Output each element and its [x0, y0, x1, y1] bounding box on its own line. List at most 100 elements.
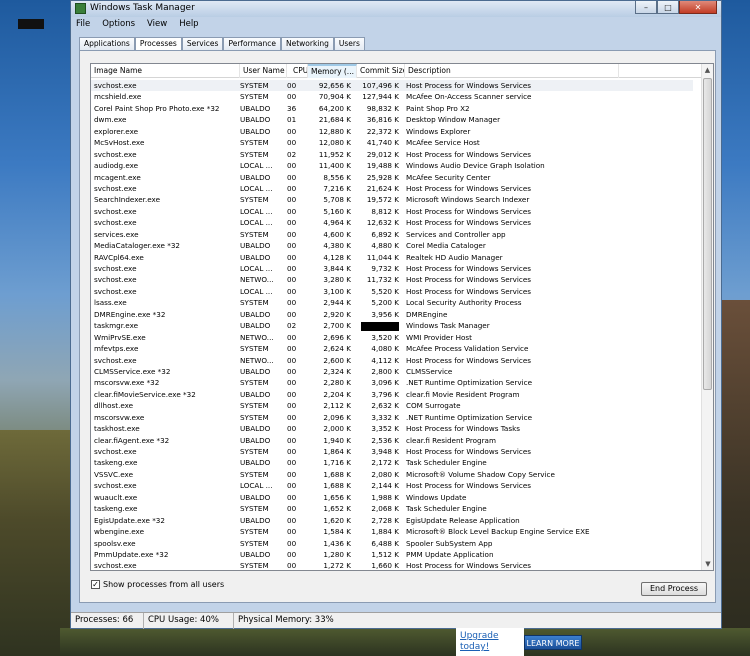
table-row[interactable]: svchost.exe LOCAL ... 00 3,100 K 5,520 K Host… — [91, 286, 693, 297]
table-row[interactable]: McSvHost.exe SYSTEM 00 12,080 K 41,740 K McAf… — [91, 137, 693, 148]
cell-memory: 11,400 K — [318, 161, 351, 171]
vertical-scrollbar[interactable]: ▲ ▼ — [701, 64, 713, 570]
tab-performance[interactable]: Performance — [223, 37, 281, 50]
table-row[interactable]: RAVCpl64.exe UBALDO 00 4,128 K 11,044 K Realt… — [91, 252, 693, 263]
column-cpu[interactable]: CPU — [287, 64, 308, 78]
table-row[interactable]: PmmUpdate.exe *32 UBALDO 00 1,280 K 1,512 K P… — [91, 549, 693, 560]
table-row[interactable]: svchost.exe NETWO... 00 2,600 K 4,112 K Host … — [91, 355, 693, 366]
table-row[interactable]: mfevtps.exe SYSTEM 00 2,624 K 4,080 K McAfee … — [91, 343, 693, 354]
cell-image-name: svchost.exe — [94, 561, 137, 571]
task-manager-window: Windows Task Manager – □ ✕ File Options … — [70, 0, 722, 629]
table-row[interactable]: wbengine.exe SYSTEM 00 1,584 K 1,884 K Micros… — [91, 526, 693, 537]
column-description[interactable]: Description — [405, 64, 619, 78]
table-row[interactable]: clear.fiAgent.exe *32 UBALDO 00 1,940 K 2,53… — [91, 435, 693, 446]
scroll-up-icon[interactable]: ▲ — [702, 64, 713, 76]
show-all-checkbox[interactable]: ✓ — [91, 580, 100, 589]
table-row[interactable]: EgisUpdate.exe *32 UBALDO 00 1,620 K 2,728 K… — [91, 515, 693, 526]
close-icon[interactable]: ✕ — [679, 1, 717, 14]
show-all-processes[interactable]: ✓ Show processes from all users — [91, 580, 224, 589]
process-list[interactable]: Image Name User Name CPU Memory (... Com… — [90, 63, 714, 571]
table-row[interactable]: taskeng.exe SYSTEM 00 1,652 K 2,068 K Task Sc… — [91, 503, 693, 514]
column-memory[interactable]: Memory (... — [308, 64, 357, 78]
cell-image-name: EgisUpdate.exe *32 — [94, 515, 165, 525]
menu-file[interactable]: File — [76, 19, 90, 32]
table-row[interactable]: svchost.exe SYSTEM 02 11,952 K 29,012 K Host … — [91, 149, 693, 160]
table-row[interactable]: svchost.exe SYSTEM 00 1,864 K 3,948 K Host Pr… — [91, 446, 693, 457]
cell-user-name: SYSTEM — [240, 138, 269, 148]
table-row[interactable]: SearchIndexer.exe SYSTEM 00 5,708 K 19,572 K… — [91, 194, 693, 205]
table-row[interactable]: mcshield.exe SYSTEM 00 70,904 K 127,944 K McA… — [91, 91, 693, 102]
process-rows: svchost.exe SYSTEM 00 92,656 K 107,496 K Host… — [91, 80, 693, 571]
cell-user-name: SYSTEM — [240, 81, 269, 90]
table-row[interactable]: svchost.exe LOCAL ... 00 1,688 K 2,144 K Host… — [91, 480, 693, 491]
upgrade-link[interactable]: Upgrade today! — [460, 631, 512, 653]
table-row[interactable]: svchost.exe LOCAL ... 00 5,160 K 8,812 K Host… — [91, 206, 693, 217]
table-row[interactable]: explorer.exe UBALDO 00 12,880 K 22,372 K Wind… — [91, 126, 693, 137]
cell-memory: 70,904 K — [318, 92, 351, 102]
scroll-thumb[interactable] — [703, 78, 712, 390]
tab-services[interactable]: Services — [181, 37, 224, 50]
table-row[interactable]: spoolsv.exe SYSTEM 00 1,436 K 6,488 K Spooler… — [91, 538, 693, 549]
menu-help[interactable]: Help — [179, 19, 198, 32]
table-row[interactable]: CLMSService.exe *32 UBALDO 00 2,324 K 2,800 … — [91, 366, 693, 377]
table-row[interactable]: mscorsvw.exe *32 SYSTEM 00 2,280 K 3,096 K .N… — [91, 377, 693, 388]
learn-more-button[interactable]: LEARN MORE — [524, 635, 582, 650]
advert-banner: Upgrade today! — [456, 628, 524, 656]
cell-user-name: NETWO... — [240, 275, 274, 285]
table-row[interactable]: Corel Paint Shop Pro Photo.exe *32 UBALDO… — [91, 103, 693, 114]
table-row[interactable]: mcagent.exe UBALDO 00 8,556 K 25,928 K McAfee… — [91, 172, 693, 183]
column-commit-size[interactable]: Commit Size — [357, 64, 405, 78]
tab-users[interactable]: Users — [333, 37, 365, 50]
table-row[interactable]: lsass.exe SYSTEM 00 2,944 K 5,200 K Local Sec… — [91, 297, 693, 308]
cell-commit-size: 2,536 K — [371, 435, 399, 445]
cell-description: McAfee On-Access Scanner service — [406, 92, 532, 102]
cell-commit-size: 36,816 K — [366, 115, 399, 125]
menu-options[interactable]: Options — [102, 19, 135, 32]
table-row[interactable]: svchost.exe NETWO... 00 3,280 K 11,732 K Host… — [91, 274, 693, 285]
title-bar[interactable]: Windows Task Manager – □ ✕ — [71, 1, 721, 17]
table-row[interactable]: audiodg.exe LOCAL ... 00 11,400 K 19,488 K Wi… — [91, 160, 693, 171]
column-image-name[interactable]: Image Name — [91, 64, 240, 78]
table-row[interactable]: VSSVC.exe SYSTEM 00 1,688 K 2,080 K Microsoft… — [91, 469, 693, 480]
cell-image-name: taskeng.exe — [94, 458, 138, 468]
table-row[interactable]: wuauclt.exe UBALDO 00 1,656 K 1,988 K Windows… — [91, 492, 693, 503]
table-row[interactable]: taskmgr.exe UBALDO 02 2,700 K Windows Task M… — [91, 320, 693, 331]
cell-image-name: mscorsvw.exe — [94, 412, 145, 422]
cell-commit-size: 1,660 K — [371, 561, 399, 571]
table-row[interactable]: svchost.exe LOCAL ... 00 4,964 K 12,632 K Hos… — [91, 217, 693, 228]
tab-networking[interactable]: Networking — [280, 37, 334, 50]
menu-view[interactable]: View — [147, 19, 167, 32]
column-user-name[interactable]: User Name — [240, 64, 287, 78]
cell-description: Realtek HD Audio Manager — [406, 252, 503, 262]
cell-cpu: 00 — [287, 355, 297, 365]
cell-image-name: SearchIndexer.exe — [94, 195, 161, 205]
table-row[interactable]: svchost.exe SYSTEM 00 92,656 K 107,496 K Host… — [91, 80, 693, 92]
table-row[interactable]: MediaCataloger.exe *32 UBALDO 00 4,380 K 4,8… — [91, 240, 693, 251]
table-row[interactable]: dwm.exe UBALDO 01 21,684 K 36,816 K Desktop W… — [91, 114, 693, 125]
scroll-down-icon[interactable]: ▼ — [702, 558, 713, 570]
cell-description: clear.fi Resident Program — [406, 435, 496, 445]
end-process-button[interactable]: End Process — [641, 582, 707, 596]
table-row[interactable]: taskhost.exe UBALDO 00 2,000 K 3,352 K Host P… — [91, 423, 693, 434]
cell-cpu: 00 — [287, 206, 297, 216]
table-row[interactable]: svchost.exe SYSTEM 00 1,272 K 1,660 K Host Pr… — [91, 560, 693, 571]
table-row[interactable]: taskeng.exe UBALDO 00 1,716 K 2,172 K Task Sc… — [91, 457, 693, 468]
cell-description: Corel Media Cataloger — [406, 241, 486, 251]
cell-commit-size: 3,096 K — [371, 378, 399, 388]
table-row[interactable]: dllhost.exe SYSTEM 00 2,112 K 2,632 K COM Sur… — [91, 400, 693, 411]
minimize-icon[interactable]: – — [635, 1, 657, 14]
table-row[interactable]: svchost.exe LOCAL ... 00 7,216 K 21,624 K Hos… — [91, 183, 693, 194]
tab-processes[interactable]: Processes — [134, 37, 182, 51]
cell-description: Host Process for Windows Services — [406, 286, 532, 296]
cell-cpu: 00 — [287, 378, 297, 388]
table-row[interactable]: svchost.exe LOCAL ... 00 3,844 K 9,732 K Host… — [91, 263, 693, 274]
tab-applications[interactable]: Applications — [79, 37, 135, 50]
table-row[interactable]: mscorsvw.exe SYSTEM 00 2,096 K 3,332 K .NET R… — [91, 412, 693, 423]
table-row[interactable]: WmiPrvSE.exe NETWO... 00 2,696 K 3,520 K WMI … — [91, 332, 693, 343]
cell-image-name: McSvHost.exe — [94, 138, 145, 148]
maximize-icon[interactable]: □ — [657, 1, 679, 14]
table-row[interactable]: clear.fiMovieService.exe *32 UBALDO 00 2,20… — [91, 389, 693, 400]
cell-user-name: SYSTEM — [240, 469, 269, 479]
table-row[interactable]: services.exe SYSTEM 00 4,600 K 6,892 K Servic… — [91, 229, 693, 240]
table-row[interactable]: DMREngine.exe *32 UBALDO 00 2,920 K 3,956 K D… — [91, 309, 693, 320]
